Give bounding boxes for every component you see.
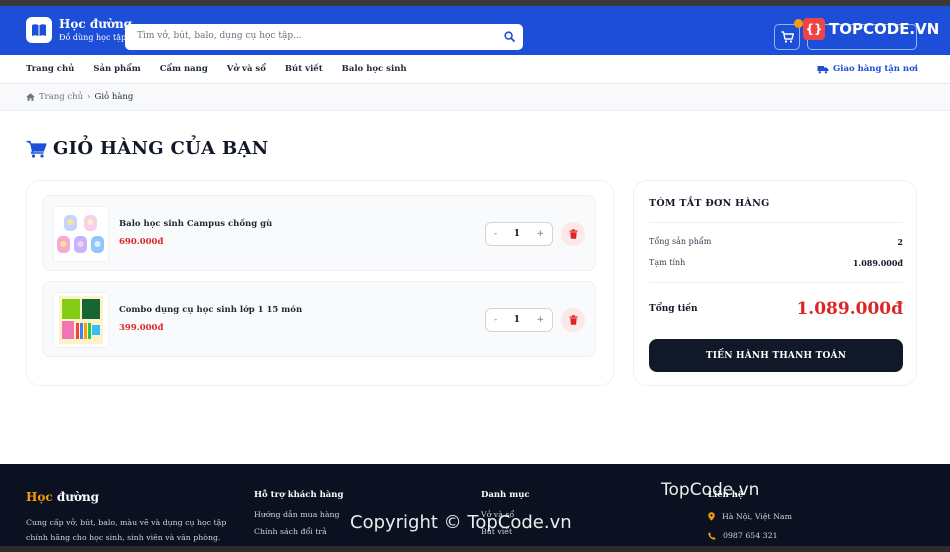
cart-icon bbox=[26, 140, 47, 158]
decrease-button[interactable]: - bbox=[494, 315, 497, 325]
remove-item-button[interactable] bbox=[561, 222, 585, 246]
breadcrumb-bar: Trang chủ › Giỏ hàng bbox=[0, 84, 950, 111]
site-logo[interactable] bbox=[26, 17, 52, 43]
contact-phone-text: 0987 654 321 bbox=[723, 531, 778, 540]
page-title-text: GIỎ HÀNG CỦA BẠN bbox=[53, 138, 269, 159]
chevron-right-icon: › bbox=[87, 92, 91, 102]
shipping-label: Giao hàng tận nơi bbox=[832, 64, 918, 74]
breadcrumb-home[interactable]: Trang chủ bbox=[39, 92, 83, 102]
watermark-logo-text: TOPCODE.VN bbox=[829, 20, 940, 38]
breadcrumb: Trang chủ › Giỏ hàng bbox=[26, 92, 133, 102]
page-title: GIỎ HÀNG CỦA BẠN bbox=[26, 138, 269, 159]
breadcrumb-current: Giỏ hàng bbox=[94, 92, 134, 102]
footer-categories-title: Danh mục bbox=[481, 490, 530, 500]
footer-support: Hỗ trợ khách hàng Hướng dẫn mua hàng Chí… bbox=[254, 490, 343, 544]
site-header: Học đường Đồ dùng học tập Tìm vở, bút, b… bbox=[0, 6, 950, 55]
cart-panel: Balo học sinh Campus chống gù 690.000đ -… bbox=[26, 180, 614, 386]
brand-name: Học đường bbox=[59, 17, 133, 31]
cart-icon bbox=[781, 31, 794, 43]
quantity-value[interactable]: 1 bbox=[514, 229, 520, 239]
nav-item-products[interactable]: Sản phẩm bbox=[93, 64, 140, 74]
product-price: 690.000đ bbox=[119, 237, 164, 247]
brand[interactable]: Học đường Đồ dùng học tập bbox=[59, 17, 132, 42]
increase-button[interactable]: + bbox=[536, 315, 544, 325]
footer-contact: Hà Nội, Việt Nam 0987 654 321 bbox=[708, 512, 792, 550]
phone-icon bbox=[708, 531, 716, 540]
quantity-stepper: - 1 + bbox=[485, 222, 553, 246]
product-price: 399.000đ bbox=[119, 323, 164, 333]
product-name[interactable]: Combo dụng cụ học sinh lớp 1 15 món bbox=[119, 305, 302, 315]
main-nav: Trang chủ Sản phẩm Cẩm nang Vở và sổ Bút… bbox=[0, 55, 950, 84]
search-input[interactable]: Tìm vở, bút, balo, dụng cụ học tập... bbox=[125, 24, 523, 50]
summary-subtotal-label: Tạm tính bbox=[649, 258, 686, 267]
summary-count-label: Tổng sản phẩm bbox=[649, 237, 712, 246]
book-icon bbox=[32, 24, 46, 36]
backpack-image bbox=[54, 207, 108, 261]
cart-item: Balo học sinh Campus chống gù 690.000đ -… bbox=[42, 195, 596, 271]
home-icon bbox=[26, 93, 35, 101]
product-image-combo[interactable] bbox=[53, 292, 109, 348]
nav-item-notebooks[interactable]: Vở và sổ bbox=[227, 64, 266, 74]
summary-count-value: 2 bbox=[897, 237, 903, 247]
cart-button[interactable] bbox=[774, 24, 800, 50]
quantity-stepper: - 1 + bbox=[485, 308, 553, 332]
watermark-text: TopCode.vn bbox=[661, 480, 760, 500]
decrease-button[interactable]: - bbox=[494, 229, 497, 239]
summary-total-row: Tổng tiền 1.089.000đ bbox=[649, 299, 903, 319]
truck-icon bbox=[817, 65, 829, 73]
product-image-backpack[interactable] bbox=[53, 206, 109, 262]
site-footer: Học đường Cung cấp vở, bút, balo, màu vẽ… bbox=[0, 464, 950, 552]
remove-item-button[interactable] bbox=[561, 308, 585, 332]
contact-address-text: Hà Nội, Việt Nam bbox=[722, 512, 792, 521]
watermark-copyright: Copyright © TopCode.vn bbox=[350, 512, 572, 533]
summary-subtotal-value: 1.089.000đ bbox=[852, 258, 903, 268]
browser-bottom-strip bbox=[0, 546, 950, 552]
cart-item: Combo dụng cụ học sinh lớp 1 15 món 399.… bbox=[42, 281, 596, 357]
watermark-logo-mark: {} bbox=[803, 18, 825, 40]
footer-link[interactable]: Hướng dẫn mua hàng bbox=[254, 510, 343, 519]
nav-item-home[interactable]: Trang chủ bbox=[26, 64, 74, 74]
summary-total-value: 1.089.000đ bbox=[796, 299, 903, 319]
footer-brand: Học đường bbox=[26, 490, 99, 504]
footer-brand-highlight: Học bbox=[26, 490, 53, 504]
nav-item-backpacks[interactable]: Balo học sinh bbox=[342, 64, 407, 74]
location-icon bbox=[708, 512, 715, 521]
shipping-link[interactable]: Giao hàng tận nơi bbox=[817, 64, 918, 74]
stationery-combo-image bbox=[54, 293, 108, 347]
footer-description: Cung cấp vở, bút, balo, màu vẽ và dụng c… bbox=[26, 518, 227, 542]
nav-links: Trang chủ Sản phẩm Cẩm nang Vở và sổ Bút… bbox=[26, 64, 426, 74]
summary-subtotal-row: Tạm tính 1.089.000đ bbox=[649, 258, 903, 268]
summary-total-label: Tổng tiền bbox=[649, 304, 698, 314]
summary-divider bbox=[649, 282, 903, 283]
checkout-button[interactable]: TIẾN HÀNH THANH TOÁN bbox=[649, 339, 903, 372]
cart-badge bbox=[794, 19, 803, 28]
search-icon[interactable] bbox=[504, 31, 515, 42]
footer-brand-rest: đường bbox=[52, 490, 100, 504]
order-summary: TÓM TẮT ĐƠN HÀNG Tổng sản phẩm 2 Tạm tín… bbox=[633, 180, 917, 386]
summary-divider bbox=[649, 222, 903, 223]
contact-phone: 0987 654 321 bbox=[708, 531, 792, 540]
trash-icon bbox=[569, 229, 577, 239]
increase-button[interactable]: + bbox=[536, 229, 544, 239]
watermark-logo: {} TOPCODE.VN bbox=[803, 18, 939, 40]
footer-link[interactable]: Chính sách đổi trả bbox=[254, 527, 343, 536]
contact-address: Hà Nội, Việt Nam bbox=[708, 512, 792, 521]
trash-icon bbox=[569, 315, 577, 325]
product-name[interactable]: Balo học sinh Campus chống gù bbox=[119, 219, 272, 229]
quantity-value[interactable]: 1 bbox=[514, 315, 520, 325]
footer-support-title: Hỗ trợ khách hàng bbox=[254, 490, 344, 500]
summary-title: TÓM TẮT ĐƠN HÀNG bbox=[649, 198, 770, 209]
brand-tagline: Đồ dùng học tập bbox=[59, 33, 127, 42]
search-placeholder: Tìm vở, bút, balo, dụng cụ học tập... bbox=[137, 31, 302, 41]
summary-count-row: Tổng sản phẩm 2 bbox=[649, 237, 903, 247]
nav-item-pens[interactable]: Bút viết bbox=[285, 64, 323, 74]
nav-item-guide[interactable]: Cẩm nang bbox=[160, 64, 208, 74]
